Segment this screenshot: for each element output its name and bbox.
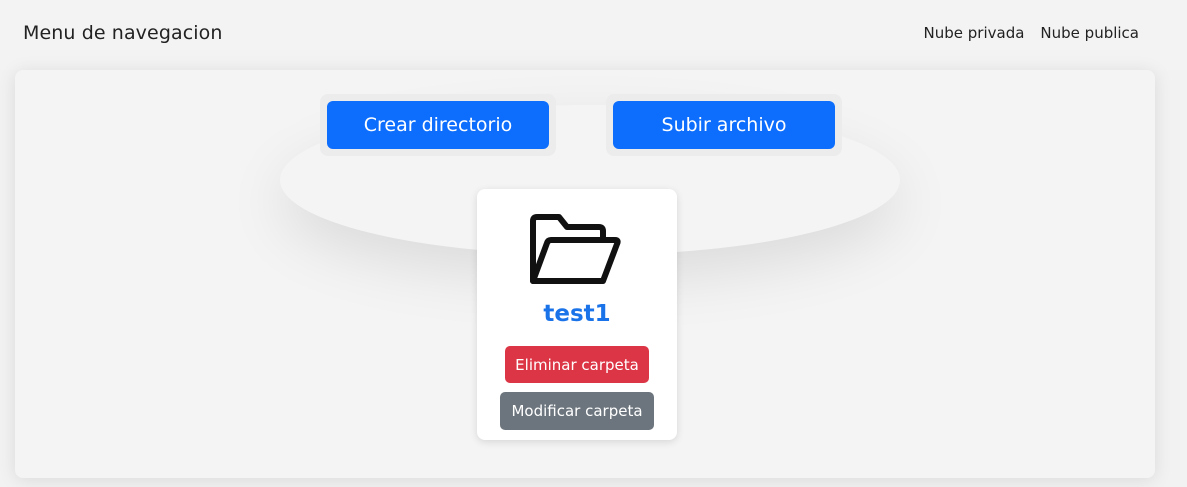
delete-folder-button[interactable]: Eliminar carpeta	[505, 346, 649, 383]
navbar-links: Nube privada Nube publica	[924, 24, 1139, 42]
navbar: Menu de navegacion Nube privada Nube pub…	[0, 0, 1187, 70]
create-directory-wrapper: Crear directorio	[320, 94, 556, 156]
folder-name[interactable]: test1	[477, 301, 677, 327]
modify-folder-button[interactable]: Modificar carpeta	[500, 392, 654, 430]
nav-link-nube-privada[interactable]: Nube privada	[924, 24, 1025, 42]
create-directory-button[interactable]: Crear directorio	[327, 101, 549, 149]
folder-card: test1 Eliminar carpeta Modificar carpeta	[477, 189, 677, 440]
nav-link-nube-publica[interactable]: Nube publica	[1040, 24, 1139, 42]
main-panel: Crear directorio Subir archivo test1 Eli…	[15, 70, 1155, 478]
folder-open-icon[interactable]	[529, 213, 621, 285]
navbar-brand[interactable]: Menu de navegacion	[23, 22, 223, 44]
upload-file-button[interactable]: Subir archivo	[613, 101, 835, 149]
upload-file-wrapper: Subir archivo	[606, 94, 842, 156]
